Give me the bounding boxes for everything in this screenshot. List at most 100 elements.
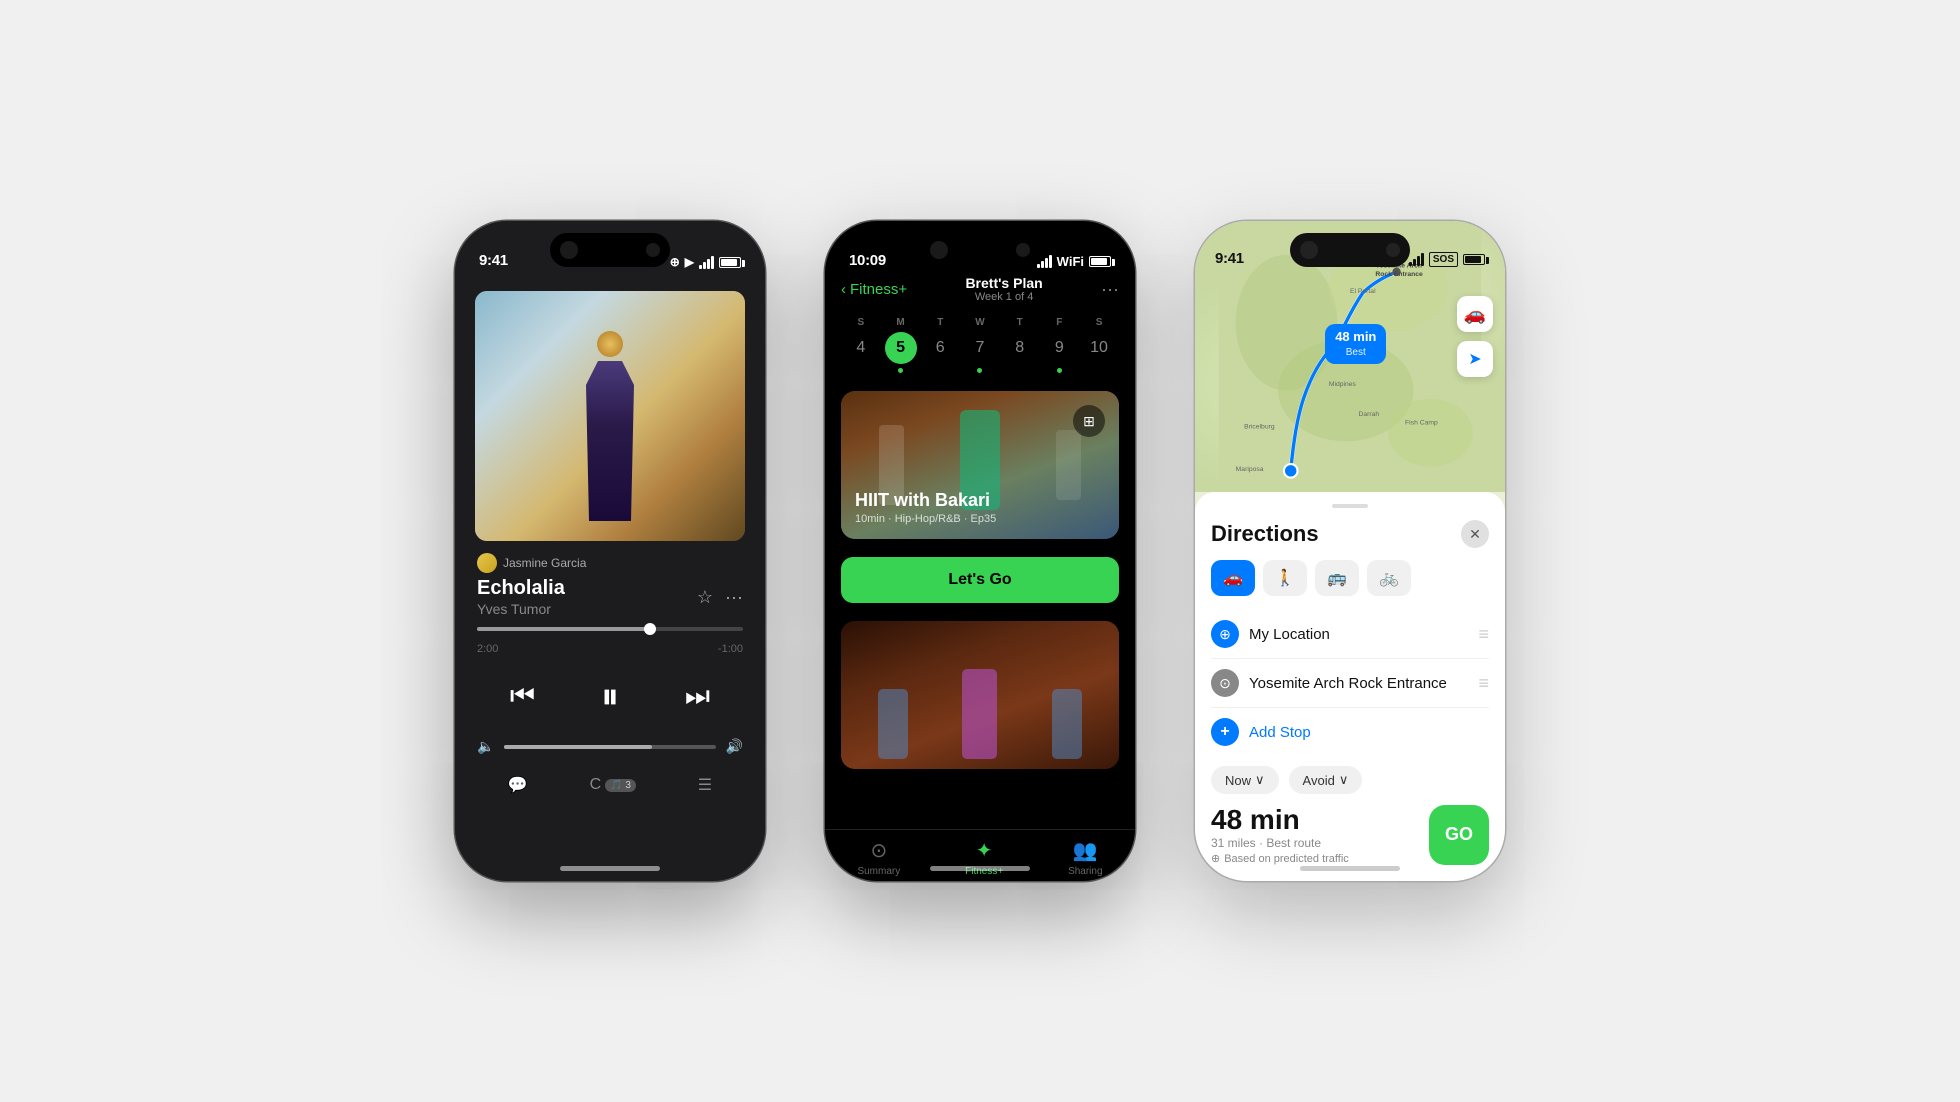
- workout-image-1: HIIT with Bakari 10min · Hip-Hop/R&B · E…: [841, 391, 1119, 539]
- dynamic-island-fitness: [920, 233, 1040, 267]
- phone-fitness: 10:09 WiFi: [825, 221, 1135, 881]
- eta-traffic: ⊕ Based on predicted traffic: [1211, 852, 1429, 865]
- sos-label: SOS: [1429, 252, 1458, 267]
- volume-bar[interactable]: 🔈 🔊: [455, 738, 765, 755]
- route-to-menu[interactable]: ≡: [1478, 673, 1489, 694]
- transport-car[interactable]: 🚗: [1211, 560, 1255, 596]
- avoid-label: Avoid: [1303, 773, 1335, 788]
- eta-row: 48 min 31 miles · Best route ⊕ Based on …: [1211, 804, 1489, 865]
- signal-bar-1: [699, 265, 702, 269]
- time-current: 2:00: [477, 643, 498, 655]
- workout-card-1[interactable]: HIIT with Bakari 10min · Hip-Hop/R&B · E…: [841, 391, 1119, 539]
- badge-count: 🎵 3: [605, 779, 636, 792]
- add-stop-label: Add Stop: [1249, 724, 1311, 741]
- artist-badge: Jasmine Garcia: [455, 553, 765, 573]
- now-button[interactable]: Now ∨: [1211, 766, 1279, 794]
- progress-bar[interactable]: [455, 627, 765, 631]
- artist-name: Jasmine Garcia: [503, 556, 586, 570]
- transport-walk[interactable]: 🚶: [1263, 560, 1307, 596]
- route-from-menu[interactable]: ≡: [1478, 624, 1489, 645]
- queue-button[interactable]: ☰: [698, 775, 712, 795]
- now-label: Now: [1225, 773, 1251, 788]
- signal-bar-3: [707, 259, 710, 269]
- eta-detail: 31 miles · Best route: [1211, 836, 1429, 850]
- cal-num-f: 9: [1043, 332, 1075, 364]
- signal-bar-f4: [1049, 255, 1052, 268]
- avoid-chevron: ∨: [1339, 772, 1349, 788]
- volume-high-icon: 🔊: [726, 738, 743, 755]
- tab-fitnessplus[interactable]: ✦ Fitness+: [965, 838, 1003, 877]
- track-text: Echolalia Yves Tumor: [477, 577, 565, 617]
- eta-info: 48 min 31 miles · Best route ⊕ Based on …: [1211, 804, 1429, 865]
- letsgo-button[interactable]: Let's Go: [841, 557, 1119, 603]
- svg-text:Midpines: Midpines: [1329, 381, 1357, 388]
- signal-bars-fitness: [1037, 255, 1052, 268]
- di-sensor: [646, 243, 660, 257]
- more-options-button[interactable]: ···: [1101, 279, 1119, 300]
- fitnessplus-icon: ✦: [976, 838, 993, 863]
- battery-fill-music: [721, 259, 737, 266]
- phone-maps: 9:41 ➤ SOS: [1195, 221, 1505, 881]
- album-figure-body: [580, 361, 640, 521]
- svg-text:Mariposa: Mariposa: [1236, 466, 1264, 473]
- bubble-label: Best: [1335, 346, 1376, 359]
- cal-day-m: M 5: [885, 317, 917, 373]
- back-button[interactable]: ‹ Fitness+: [841, 281, 907, 298]
- map-area[interactable]: 9:41 ➤ SOS: [1195, 221, 1505, 492]
- home-indicator-music: [560, 866, 660, 871]
- add-stop-row[interactable]: + Add Stop: [1211, 708, 1489, 756]
- forward-button[interactable]: ⏭: [685, 680, 710, 713]
- battery-fitness: [1089, 256, 1111, 267]
- track-album: Yves Tumor: [477, 601, 565, 617]
- battery-fill-fitness: [1091, 258, 1107, 265]
- status-time-music: 9:41: [479, 252, 508, 269]
- tab-sharing[interactable]: 👥 Sharing: [1068, 838, 1102, 877]
- track-info: Echolalia Yves Tumor ☆ ···: [455, 577, 765, 617]
- home-indicator-fitness: [930, 866, 1030, 871]
- route-from-text: My Location: [1249, 626, 1468, 643]
- battery-music: [719, 257, 741, 268]
- tab-summary[interactable]: ⊙ Summary: [857, 838, 900, 877]
- panel-header: Directions ✕: [1211, 520, 1489, 548]
- more-button[interactable]: ···: [725, 587, 743, 608]
- workout-card-2[interactable]: [841, 621, 1119, 769]
- bubble-time: 48 min: [1335, 329, 1376, 346]
- status-time-maps: 9:41: [1215, 250, 1244, 267]
- signal-bar-f1: [1037, 264, 1040, 268]
- cal-dot-m: [898, 368, 903, 373]
- bottom-controls: 💬 C 🎵 3 ☰: [455, 775, 765, 795]
- fitness-header: Brett's Plan Week 1 of 4: [907, 275, 1101, 303]
- home-indicator-maps: [1300, 866, 1400, 871]
- signal-bar-2: [703, 262, 706, 269]
- cal-num-m: 5: [885, 332, 917, 364]
- cal-num-t1: 6: [924, 332, 956, 364]
- crossfade-button[interactable]: C 🎵 3: [590, 776, 636, 794]
- album-art: [475, 291, 745, 541]
- panel-handle: [1332, 504, 1368, 508]
- back-label: Fitness+: [850, 281, 907, 298]
- workout-share-button[interactable]: ⊞: [1073, 405, 1105, 437]
- map-car-button[interactable]: 🚗: [1457, 296, 1493, 332]
- map-location-button[interactable]: ➤: [1457, 341, 1493, 377]
- battery-fill-maps: [1465, 256, 1481, 263]
- lyrics-button[interactable]: 💬: [508, 775, 528, 795]
- cal-day-s1: S 4: [845, 317, 877, 373]
- transport-bike[interactable]: 🚲: [1367, 560, 1411, 596]
- signal-bar-4: [711, 256, 714, 269]
- transport-transit[interactable]: 🚌: [1315, 560, 1359, 596]
- dynamic-island-maps: [1290, 233, 1410, 267]
- svg-text:Darrah: Darrah: [1358, 411, 1379, 418]
- phone-music: 9:41 ⊕ ▶: [455, 221, 765, 881]
- battery-maps: [1463, 254, 1485, 265]
- avoid-button[interactable]: Avoid ∨: [1289, 766, 1363, 794]
- route-from-item: ⊕ My Location ≡: [1211, 610, 1489, 659]
- pause-button[interactable]: ⏸: [601, 675, 619, 718]
- signal-bar-m4: [1421, 253, 1424, 266]
- signal-bar-m3: [1417, 256, 1420, 266]
- close-button[interactable]: ✕: [1461, 520, 1489, 548]
- favorite-button[interactable]: ☆: [697, 587, 713, 608]
- cal-num-s1: 4: [845, 332, 877, 364]
- cal-label-w: W: [975, 317, 984, 328]
- rewind-button[interactable]: ⏮: [510, 680, 535, 713]
- go-button[interactable]: GO: [1429, 805, 1489, 865]
